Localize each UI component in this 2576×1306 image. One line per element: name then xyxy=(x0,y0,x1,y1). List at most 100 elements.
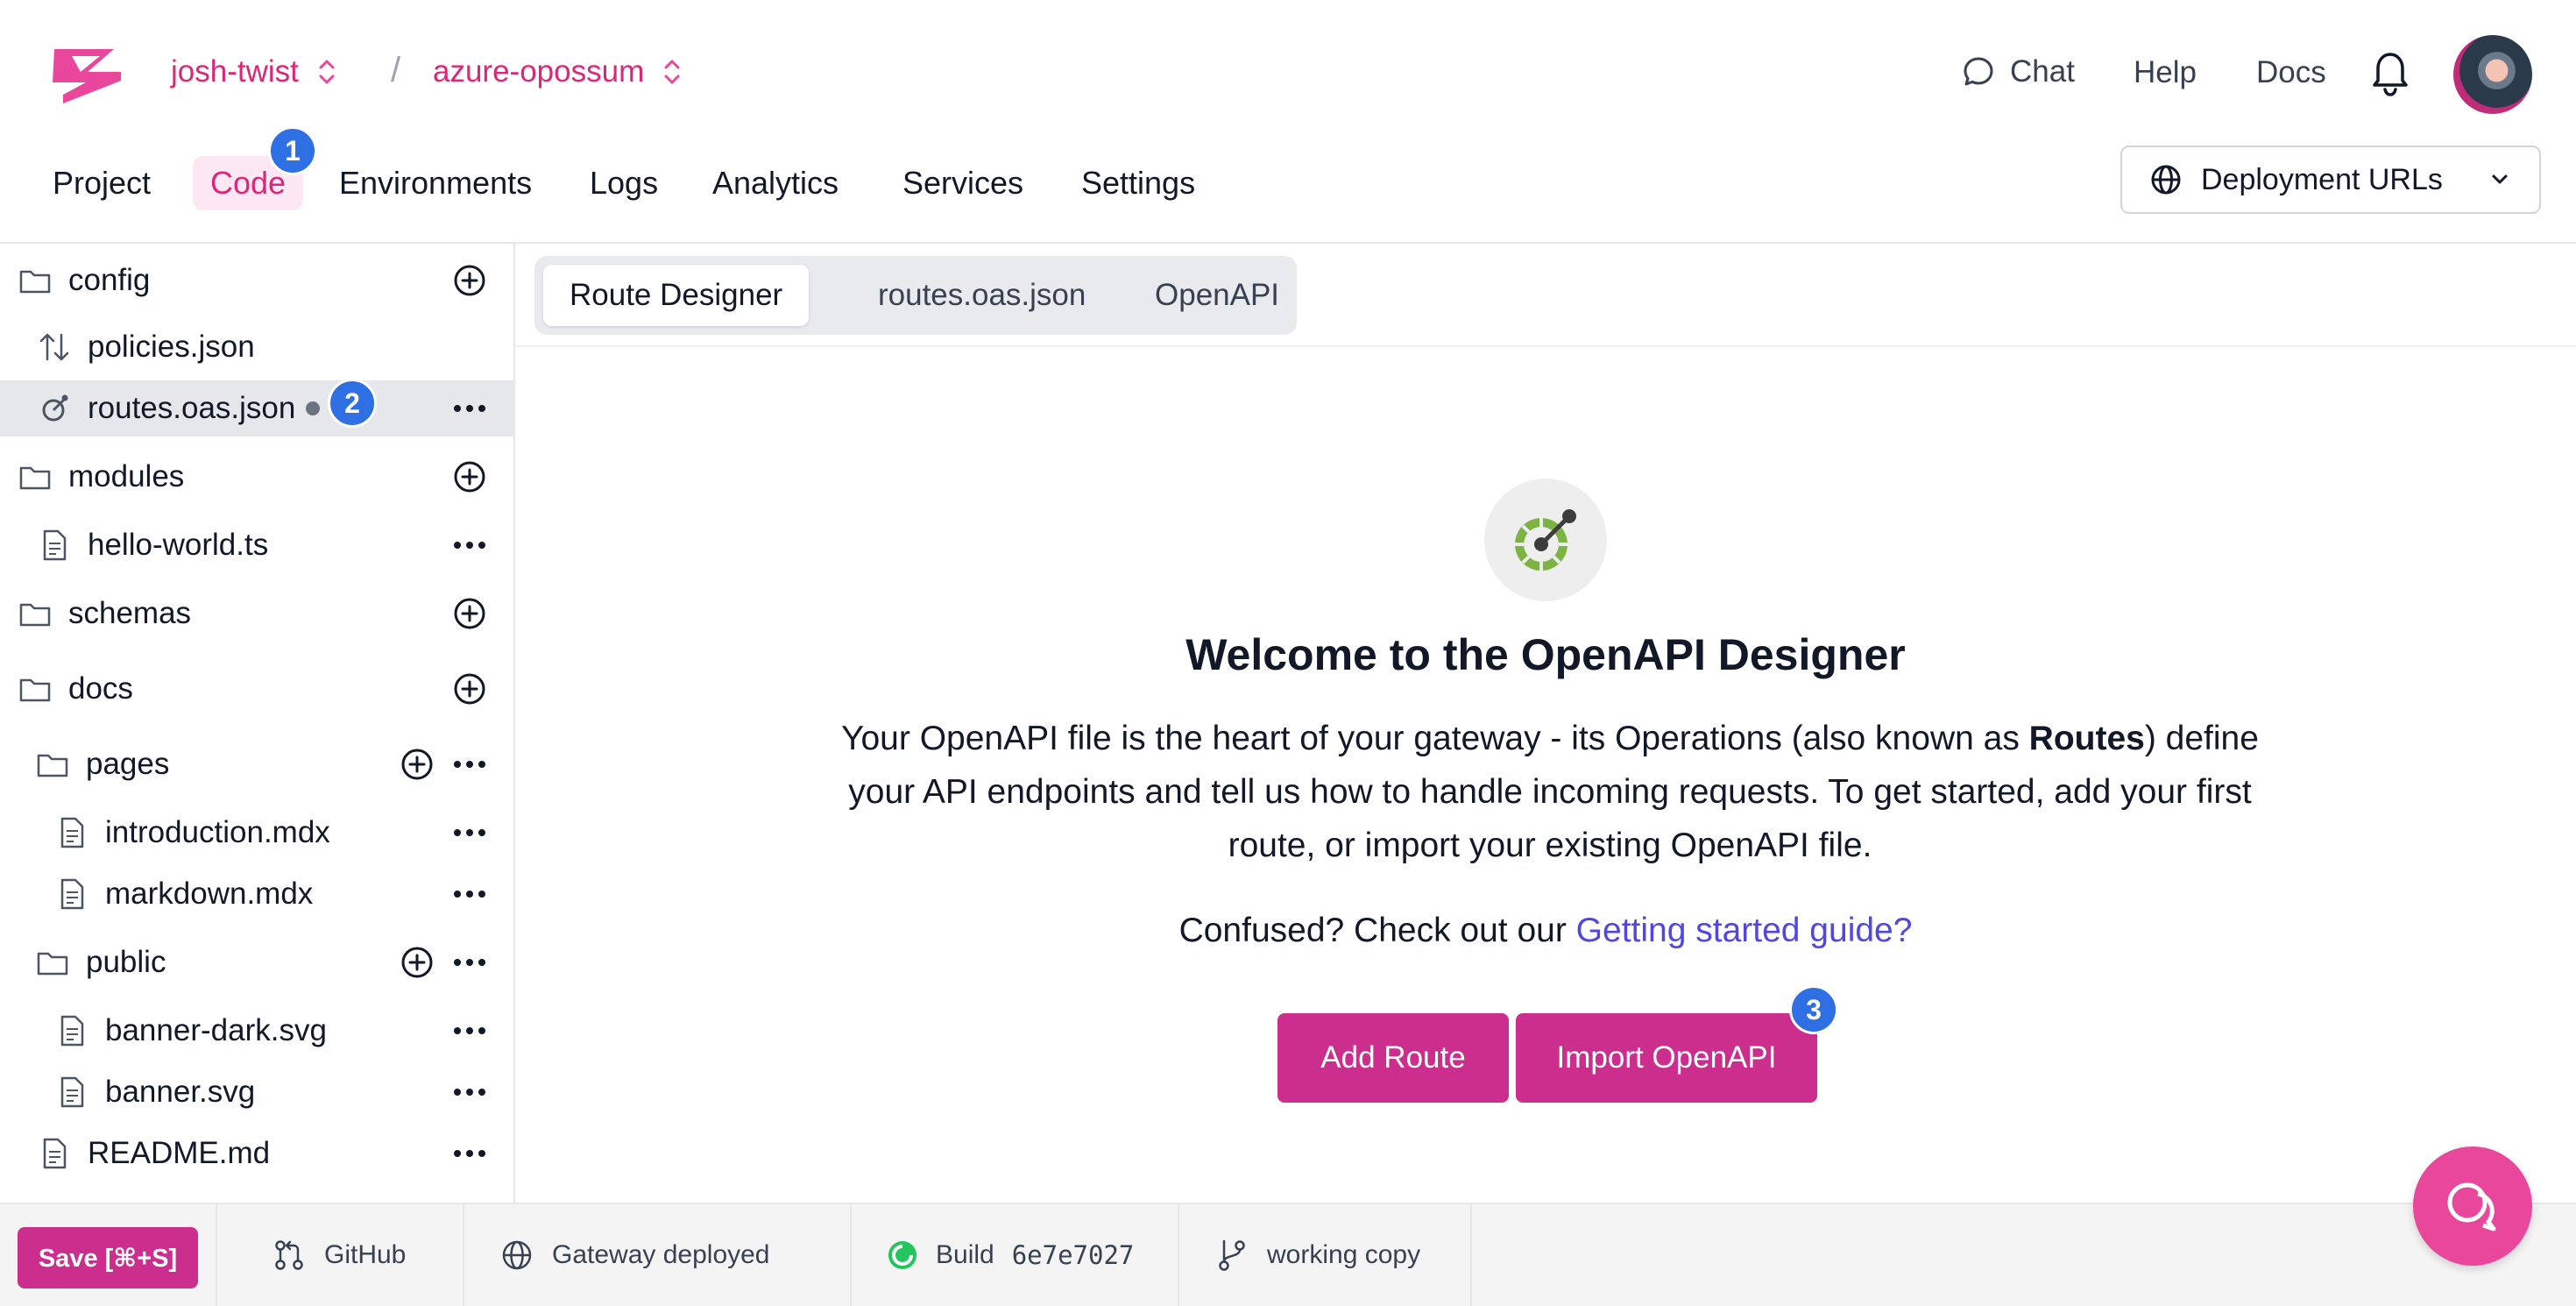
file-explorer: config policies.json routes.oas.json 2 m… xyxy=(0,244,515,1203)
file-hello-world-ts[interactable]: hello-world.ts xyxy=(0,517,513,573)
folder-pages[interactable]: pages xyxy=(0,736,513,792)
plus-circle-icon xyxy=(454,461,485,493)
file-banner-dark-svg[interactable]: banner-dark.svg xyxy=(0,1003,513,1059)
bell-icon[interactable] xyxy=(2366,46,2415,98)
more-dots-icon xyxy=(454,761,485,768)
add-route-button[interactable]: Add Route xyxy=(1277,1013,1509,1103)
tab-route-designer[interactable]: Route Designer xyxy=(543,265,810,326)
deployment-urls-button[interactable]: Deployment URLs xyxy=(2120,146,2541,214)
tab-openapi[interactable]: OpenAPI xyxy=(1129,265,1306,326)
file-markdown-mdx[interactable]: markdown.mdx xyxy=(0,866,513,922)
github-status[interactable]: GitHub xyxy=(216,1204,464,1306)
add-file-button[interactable] xyxy=(452,459,487,494)
more-options-button[interactable] xyxy=(452,1026,487,1036)
file-introduction-mdx[interactable]: introduction.mdx xyxy=(0,805,513,861)
editor-tabs: Route Designer routes.oas.json OpenAPI xyxy=(534,256,1297,335)
nav-environments[interactable]: Environments xyxy=(339,165,532,202)
add-file-button[interactable] xyxy=(452,263,487,298)
openapi-logo xyxy=(1484,479,1607,601)
getting-started-link[interactable]: Getting started guide? xyxy=(1576,912,1913,949)
help-link[interactable]: Help xyxy=(2134,55,2197,90)
zuplo-logo-icon[interactable] xyxy=(46,42,126,109)
chat-bubble-icon xyxy=(1964,57,1993,86)
org-switcher[interactable]: josh-twist xyxy=(171,54,339,89)
more-dots-icon xyxy=(454,1089,485,1096)
more-options-button[interactable] xyxy=(452,1087,487,1097)
file-icon xyxy=(60,817,84,848)
folder-schemas[interactable]: schemas xyxy=(0,586,513,642)
folder-config[interactable]: config xyxy=(0,252,513,309)
file-label: routes.oas.json xyxy=(88,391,296,425)
step-badge-2: 2 xyxy=(328,379,377,428)
add-file-button[interactable] xyxy=(400,945,435,980)
welcome-title: Welcome to the OpenAPI Designer xyxy=(1185,630,1906,679)
more-dots-icon xyxy=(454,1150,485,1157)
unsaved-indicator xyxy=(306,401,321,415)
add-file-button[interactable] xyxy=(452,596,487,631)
folder-label: pages xyxy=(86,747,170,781)
chat-bubbles-icon xyxy=(2447,1182,2496,1231)
nav-services[interactable]: Services xyxy=(902,165,1023,202)
build-label: Build xyxy=(936,1240,994,1269)
folder-label: docs xyxy=(68,671,133,706)
folder-modules[interactable]: modules xyxy=(0,449,513,505)
import-openapi-button[interactable]: Import OpenAPI xyxy=(1516,1013,1817,1103)
project-switcher[interactable]: azure-opossum xyxy=(433,54,684,89)
tab-routes-oas-json[interactable]: routes.oas.json xyxy=(852,265,1112,326)
folder-label: config xyxy=(68,263,151,297)
gateway-status[interactable]: Gateway deployed xyxy=(464,1204,852,1306)
chevron-up-down-icon xyxy=(319,60,335,84)
user-avatar[interactable] xyxy=(2453,35,2532,114)
github-label: GitHub xyxy=(324,1240,407,1269)
chat-label: Chat xyxy=(2010,54,2075,89)
plus-circle-icon xyxy=(454,265,485,296)
nav-project[interactable]: Project xyxy=(53,165,151,202)
step-badge-3: 3 xyxy=(1789,985,1838,1034)
folder-icon xyxy=(19,678,51,702)
folder-label: modules xyxy=(68,459,185,493)
file-policies-json[interactable]: policies.json xyxy=(0,319,513,375)
add-file-button[interactable] xyxy=(452,671,487,706)
file-label: policies.json xyxy=(88,330,255,364)
more-options-button[interactable] xyxy=(452,1148,487,1159)
nav-logs[interactable]: Logs xyxy=(590,165,658,202)
sort-arrows-icon xyxy=(39,333,69,361)
plus-circle-icon xyxy=(454,673,485,705)
step-badge-1: 1 xyxy=(268,126,317,175)
folder-icon xyxy=(37,952,68,976)
welcome-description: Your OpenAPI file is the heart of your g… xyxy=(810,712,2290,872)
chat-link[interactable]: Chat xyxy=(1961,54,2075,89)
file-routes-oas-json[interactable]: routes.oas.json xyxy=(0,380,513,437)
more-options-button[interactable] xyxy=(452,957,487,968)
more-dots-icon xyxy=(454,542,485,549)
file-readme-md[interactable]: README.md xyxy=(0,1125,513,1182)
docs-link[interactable]: Docs xyxy=(2256,55,2326,90)
more-options-button[interactable] xyxy=(452,540,487,550)
plus-circle-icon xyxy=(401,947,433,978)
file-label: banner-dark.svg xyxy=(105,1013,327,1047)
folder-docs[interactable]: docs xyxy=(0,661,513,717)
add-file-button[interactable] xyxy=(400,747,435,782)
file-banner-svg[interactable]: banner.svg xyxy=(0,1064,513,1120)
folder-icon xyxy=(37,754,68,777)
file-icon xyxy=(60,1015,84,1047)
file-label: README.md xyxy=(88,1136,271,1170)
file-icon xyxy=(60,878,84,910)
openapi-icon xyxy=(42,394,68,422)
folder-icon xyxy=(19,466,51,490)
more-options-button[interactable] xyxy=(452,827,487,838)
plus-circle-icon xyxy=(454,598,485,629)
folder-public[interactable]: public xyxy=(0,934,513,990)
nav-settings[interactable]: Settings xyxy=(1081,165,1195,202)
more-dots-icon xyxy=(454,829,485,836)
more-options-button[interactable] xyxy=(452,403,487,414)
save-button[interactable]: Save [⌘+S] xyxy=(18,1227,198,1288)
branch-label: working copy xyxy=(1267,1240,1421,1269)
more-options-button[interactable] xyxy=(452,889,487,899)
branch-status[interactable]: working copy xyxy=(1179,1204,1472,1306)
more-options-button[interactable] xyxy=(452,759,487,770)
nav-analytics[interactable]: Analytics xyxy=(712,165,839,202)
plus-circle-icon xyxy=(401,749,433,780)
chat-support-button[interactable] xyxy=(2413,1146,2532,1266)
build-status[interactable]: Build 6e7e7027 xyxy=(852,1204,1179,1306)
